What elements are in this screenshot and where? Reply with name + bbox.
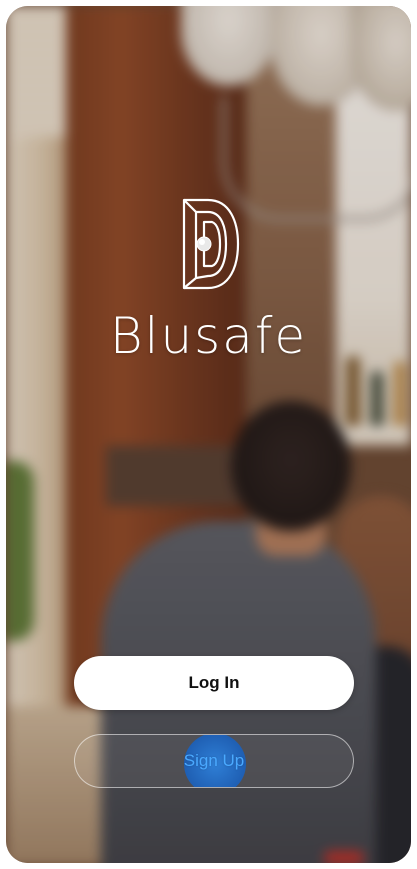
blusafe-logo-icon [182, 198, 239, 290]
login-button[interactable]: Log In [74, 656, 354, 710]
login-button-label: Log In [188, 673, 240, 692]
app-title: Blusafe [109, 307, 308, 365]
signup-button-label: Sign Up [183, 751, 245, 770]
app-screen: Blusafe Log In Sign Up [6, 6, 411, 863]
brand-block: Blusafe [6, 194, 411, 364]
signup-button[interactable]: Sign Up [74, 734, 354, 788]
